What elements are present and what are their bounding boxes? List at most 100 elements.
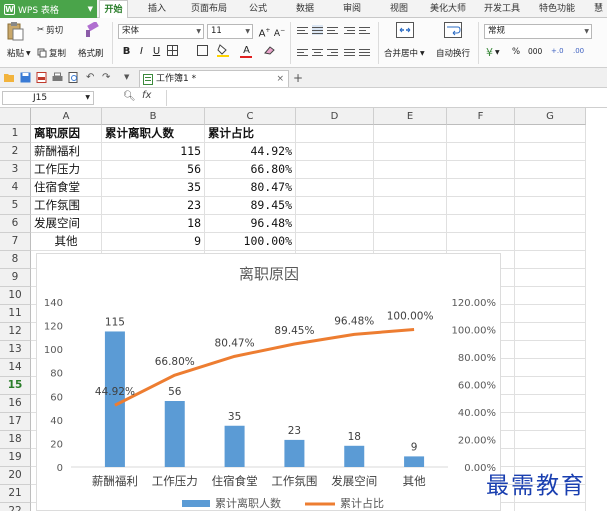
- align-left-icon[interactable]: [297, 47, 308, 57]
- number-format-select[interactable]: 常规 ▼: [484, 24, 592, 39]
- cell-g9[interactable]: [515, 269, 586, 287]
- column-header-e[interactable]: E: [374, 108, 447, 125]
- cell-a4[interactable]: 住宿食堂: [31, 179, 102, 197]
- cell-g6[interactable]: [515, 215, 586, 233]
- cell-c5[interactable]: 89.45%: [205, 197, 296, 215]
- cell-c1[interactable]: 累计占比: [205, 125, 296, 143]
- row-header-16[interactable]: 16: [0, 395, 31, 413]
- new-tab-icon[interactable]: +: [293, 71, 303, 85]
- cell-g11[interactable]: [515, 305, 586, 323]
- align-right-icon[interactable]: [327, 47, 338, 57]
- cell-c6[interactable]: 96.48%: [205, 215, 296, 233]
- cell-b3[interactable]: 56: [102, 161, 205, 179]
- distributed-icon[interactable]: [359, 47, 370, 57]
- cell-f5[interactable]: [447, 197, 515, 215]
- cell-e1[interactable]: [374, 125, 447, 143]
- close-icon[interactable]: ×: [276, 71, 284, 87]
- cell-g19[interactable]: [515, 449, 586, 467]
- row-header-18[interactable]: 18: [0, 431, 31, 449]
- cell-f2[interactable]: [447, 143, 515, 161]
- column-header-d[interactable]: D: [296, 108, 374, 125]
- cell-g3[interactable]: [515, 161, 586, 179]
- copy-button[interactable]: 复制: [37, 47, 66, 59]
- row-header-22[interactable]: 22: [0, 503, 31, 511]
- cell-a3[interactable]: 工作压力: [31, 161, 102, 179]
- row-header-3[interactable]: 3: [0, 161, 31, 179]
- export-pdf-icon[interactable]: [36, 72, 47, 83]
- font-color-icon[interactable]: A: [240, 44, 253, 58]
- row-header-5[interactable]: 5: [0, 197, 31, 215]
- zoom-icon[interactable]: 🔍︎: [123, 91, 136, 102]
- cell-g12[interactable]: [515, 323, 586, 341]
- cell-f6[interactable]: [447, 215, 515, 233]
- cell-g18[interactable]: [515, 431, 586, 449]
- app-menu-button[interactable]: W WPS 表格 ▼: [0, 0, 97, 18]
- cell-c2[interactable]: 44.92%: [205, 143, 296, 161]
- tab-page-layout[interactable]: 页面布局: [185, 0, 233, 18]
- justify-icon[interactable]: [344, 47, 355, 57]
- cell-b5[interactable]: 23: [102, 197, 205, 215]
- select-all-corner[interactable]: [0, 108, 31, 125]
- bold-button[interactable]: B: [120, 45, 133, 58]
- indent-icon[interactable]: [344, 25, 355, 35]
- row-header-7[interactable]: 7: [0, 233, 31, 251]
- row-header-21[interactable]: 21: [0, 485, 31, 503]
- cell-c3[interactable]: 66.80%: [205, 161, 296, 179]
- cell-g8[interactable]: [515, 251, 586, 269]
- border-icon[interactable]: [166, 45, 179, 58]
- cut-button[interactable]: ✂ 剪切: [37, 24, 63, 36]
- align-center-icon[interactable]: [312, 47, 323, 57]
- tab-home[interactable]: 开始: [99, 0, 128, 19]
- row-header-11[interactable]: 11: [0, 305, 31, 323]
- thousands-button[interactable]: 000: [528, 47, 542, 56]
- brush-icon[interactable]: [84, 22, 100, 38]
- cell-e7[interactable]: [374, 233, 447, 251]
- cell-a7[interactable]: 其他: [31, 233, 102, 251]
- undo-icon[interactable]: ↶: [86, 72, 97, 83]
- cell-e2[interactable]: [374, 143, 447, 161]
- function-icon[interactable]: fx: [142, 90, 151, 101]
- row-header-1[interactable]: 1: [0, 125, 31, 143]
- row-header-19[interactable]: 19: [0, 449, 31, 467]
- cell-g16[interactable]: [515, 395, 586, 413]
- redo-icon[interactable]: ↷: [102, 72, 113, 83]
- cell-g22[interactable]: [515, 503, 586, 511]
- column-header-b[interactable]: B: [102, 108, 205, 125]
- font-name-select[interactable]: 宋体 ▼: [118, 24, 204, 39]
- row-header-10[interactable]: 10: [0, 287, 31, 305]
- pareto-chart[interactable]: 离职原因 0 20 40 60 80 100 120 140 0.00% 20.00% 40.00% 6…: [36, 253, 501, 511]
- cell-g1[interactable]: [515, 125, 586, 143]
- print-preview-icon[interactable]: [68, 72, 79, 83]
- cell-g7[interactable]: [515, 233, 586, 251]
- cell-e4[interactable]: [374, 179, 447, 197]
- format-painter-button[interactable]: 格式刷: [78, 47, 104, 59]
- cell-g4[interactable]: [515, 179, 586, 197]
- row-header-20[interactable]: 20: [0, 467, 31, 485]
- row-header-14[interactable]: 14: [0, 359, 31, 377]
- tab-data[interactable]: 数据: [291, 0, 319, 18]
- tab-developer[interactable]: 开发工具: [480, 0, 524, 18]
- cell-b1[interactable]: 累计离职人数: [102, 125, 205, 143]
- clear-format-icon[interactable]: [262, 45, 275, 58]
- column-header-a[interactable]: A: [31, 108, 102, 125]
- column-header-g[interactable]: G: [515, 108, 586, 125]
- column-header-c[interactable]: C: [205, 108, 296, 125]
- decrease-decimal-icon[interactable]: .00: [573, 47, 584, 55]
- cell-d6[interactable]: [296, 215, 374, 233]
- cell-g2[interactable]: [515, 143, 586, 161]
- cell-a1[interactable]: 离职原因: [31, 125, 102, 143]
- cell-g15[interactable]: [515, 377, 586, 395]
- decrease-font-icon[interactable]: A−: [273, 24, 286, 39]
- cell-d5[interactable]: [296, 197, 374, 215]
- cell-d3[interactable]: [296, 161, 374, 179]
- cell-e5[interactable]: [374, 197, 447, 215]
- tab-view[interactable]: 视图: [385, 0, 413, 18]
- cell-g14[interactable]: [515, 359, 586, 377]
- cell-a2[interactable]: 薪酬福利: [31, 143, 102, 161]
- cell-b4[interactable]: 35: [102, 179, 205, 197]
- cell-e3[interactable]: [374, 161, 447, 179]
- cell-f4[interactable]: [447, 179, 515, 197]
- cell-f7[interactable]: [447, 233, 515, 251]
- italic-button[interactable]: I: [135, 45, 148, 58]
- row-header-15[interactable]: 15: [0, 377, 31, 395]
